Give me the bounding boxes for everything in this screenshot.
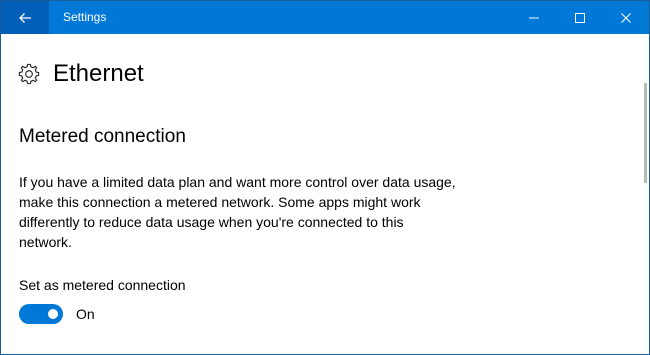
settings-window: Settings Ethernet Metered connection If … — [0, 0, 650, 355]
vertical-scrollbar[interactable] — [644, 83, 647, 183]
toggle-knob — [48, 309, 58, 319]
title-bar: Settings — [1, 1, 649, 34]
section-description: If you have a limited data plan and want… — [19, 174, 456, 250]
toggle-state-label: On — [76, 306, 95, 322]
page-title: Ethernet — [53, 60, 144, 87]
page-header: Ethernet — [18, 60, 144, 88]
minimize-icon — [529, 17, 539, 18]
window-title: Settings — [63, 10, 107, 24]
minimize-button[interactable] — [511, 1, 557, 34]
metered-connection-toggle[interactable] — [19, 304, 63, 324]
maximize-icon — [575, 12, 585, 23]
close-icon — [621, 12, 631, 23]
settings-content: Ethernet Metered connection If you have … — [1, 34, 649, 354]
maximize-button[interactable] — [557, 1, 603, 34]
back-button[interactable] — [1, 1, 49, 34]
section-title: Metered connection — [19, 126, 186, 147]
metered-connection-label: Set as metered connection — [19, 277, 186, 293]
back-arrow-icon — [19, 12, 31, 23]
close-button[interactable] — [603, 1, 649, 34]
gear-icon — [18, 63, 40, 85]
